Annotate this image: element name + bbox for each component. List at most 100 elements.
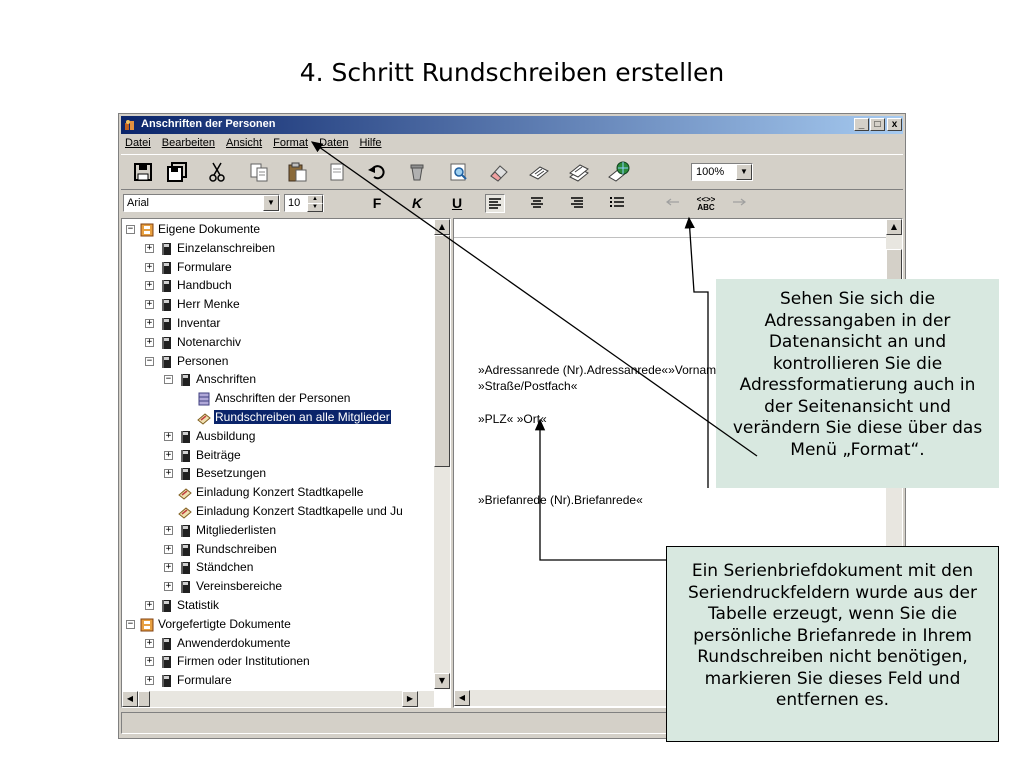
expand-icon[interactable]: +	[145, 638, 154, 648]
form-globe-icon[interactable]	[607, 161, 631, 183]
menu-format[interactable]: Format	[269, 135, 312, 151]
font-select[interactable]: Arial ▼	[123, 194, 280, 212]
bold-button[interactable]: F	[367, 194, 387, 213]
file-cabinet-icon	[140, 223, 154, 237]
zoom-select[interactable]: 100% ▼	[691, 163, 753, 181]
tree-item-label: Firmen oder Institutionen	[177, 654, 310, 669]
eraser-icon[interactable]	[487, 161, 511, 183]
tree-item-label: Eigene Dokumente	[158, 222, 261, 236]
tree-item-label: Einladung Konzert Stadtkapelle und Ju	[196, 504, 403, 518]
tree-item-label: Anschriften der Personen	[215, 391, 351, 406]
underline-button[interactable]: U	[447, 194, 467, 213]
merge-field-salutation-line[interactable]: »Briefanrede (Nr).Briefanrede«	[478, 493, 643, 507]
collapse-icon[interactable]: −	[126, 225, 135, 234]
form-icon[interactable]	[527, 161, 551, 183]
tree-horizontal-scrollbar[interactable]: ◀ ▶	[122, 691, 434, 707]
tree-item-label: Mitgliederlisten	[196, 522, 277, 537]
letter-icon	[178, 507, 192, 519]
cut-icon[interactable]	[205, 161, 229, 183]
expand-icon[interactable]: +	[164, 450, 173, 460]
scroll-left-icon[interactable]: ◀	[122, 691, 138, 707]
binder-icon	[181, 524, 190, 537]
window-titlebar[interactable]: Anschriften der Personen _ □ x	[121, 116, 903, 134]
menu-daten[interactable]: Daten	[315, 135, 352, 151]
tree-item-label: Personen	[177, 353, 229, 368]
zoom-value: 100%	[696, 166, 725, 178]
expand-icon[interactable]: +	[145, 337, 154, 347]
merge-field-street-line[interactable]: »Straße/Postfach«	[478, 379, 577, 393]
expand-icon[interactable]: +	[164, 431, 173, 441]
collapse-icon[interactable]: −	[164, 375, 173, 385]
menu-bar: Datei Bearbeiten Ansicht Format Daten Hi…	[121, 135, 903, 153]
tree-item-label: Vereinsbereiche	[196, 579, 283, 594]
expand-icon[interactable]: +	[164, 563, 173, 573]
tree-item-label: Rundschreiben	[196, 541, 277, 556]
document-horizontal-scrollbar[interactable]: ◀	[454, 690, 694, 706]
doc-scroll-left-icon[interactable]: ◀	[454, 690, 470, 706]
tree-vertical-scrollbar[interactable]: ▲ ▼	[434, 219, 450, 689]
doc-scroll-up-icon[interactable]: ▲	[886, 219, 902, 235]
close-button[interactable]: x	[887, 118, 902, 131]
table-icon	[198, 392, 210, 406]
form-stack-icon[interactable]	[567, 161, 591, 183]
binder-icon	[181, 562, 190, 575]
callout-merge-hint: Ein Serienbriefdokument mit den Seriendr…	[666, 546, 999, 742]
binder-icon	[162, 299, 171, 312]
standard-toolbar: 100% ▼	[121, 154, 903, 190]
expand-icon[interactable]: +	[164, 469, 173, 479]
previous-field-icon[interactable]	[663, 194, 683, 213]
save-all-icon[interactable]	[165, 161, 189, 183]
save-icon[interactable]	[131, 161, 155, 183]
copy-icon[interactable]	[247, 161, 271, 183]
font-size-stepper[interactable]: 10 ▲ ▼	[284, 194, 324, 212]
tree-hscroll-thumb[interactable]	[138, 691, 150, 707]
tree-item-label: Vorgefertigte Dokumente	[158, 616, 291, 631]
expand-icon[interactable]: +	[145, 657, 154, 667]
expand-icon[interactable]: +	[164, 544, 173, 554]
menu-bearbeiten[interactable]: Bearbeiten	[158, 135, 219, 151]
binder-icon	[162, 600, 171, 612]
expand-icon[interactable]: +	[164, 525, 173, 535]
align-left-icon[interactable]	[485, 194, 505, 213]
expand-icon[interactable]: +	[145, 243, 154, 253]
minimize-button[interactable]: _	[854, 118, 869, 131]
delete-icon[interactable]	[405, 161, 429, 183]
preview-icon[interactable]	[447, 161, 471, 183]
slide-title: 4. Schritt Rundschreiben erstellen	[299, 58, 725, 87]
align-center-icon[interactable]	[527, 194, 547, 213]
scroll-right-icon[interactable]: ▶	[402, 691, 418, 707]
expand-icon[interactable]: +	[164, 582, 173, 592]
menu-hilfe[interactable]: Hilfe	[356, 135, 386, 151]
menu-datei[interactable]: Datei	[121, 135, 155, 151]
expand-icon[interactable]: +	[145, 676, 154, 686]
menu-ansicht[interactable]: Ansicht	[222, 135, 266, 151]
tree-scroll-thumb[interactable]	[434, 235, 450, 467]
document-icon[interactable]	[325, 161, 349, 183]
scroll-down-icon[interactable]: ▼	[434, 673, 450, 689]
italic-button[interactable]: K	[407, 194, 427, 213]
collapse-icon[interactable]: −	[145, 356, 154, 366]
insert-field-button[interactable]: <<>> ABC	[693, 194, 719, 213]
binder-icon	[162, 355, 171, 368]
binder-icon	[181, 430, 190, 443]
merge-field-city-line[interactable]: »PLZ« »Ort«	[478, 412, 547, 426]
expand-icon[interactable]: +	[145, 262, 154, 272]
scroll-up-icon[interactable]: ▲	[434, 219, 450, 235]
next-field-icon[interactable]	[729, 194, 749, 213]
insert-field-bottom-label: ABC	[697, 203, 715, 212]
font-dropdown-icon[interactable]: ▼	[263, 195, 279, 211]
align-right-icon[interactable]	[567, 194, 587, 213]
expand-icon[interactable]: +	[145, 300, 154, 310]
expand-icon[interactable]: +	[145, 601, 154, 610]
collapse-icon[interactable]: −	[126, 619, 135, 629]
paste-icon[interactable]	[285, 161, 309, 183]
size-down-icon[interactable]: ▼	[307, 203, 323, 212]
expand-icon[interactable]: +	[145, 281, 154, 291]
zoom-dropdown-icon[interactable]: ▼	[736, 164, 752, 180]
format-toolbar: Arial ▼ 10 ▲ ▼ F K U <<>> ABC	[121, 190, 903, 216]
undo-icon[interactable]	[365, 161, 389, 183]
bullet-list-icon[interactable]	[607, 194, 627, 213]
font-size-value: 10	[288, 197, 301, 209]
maximize-button[interactable]: □	[870, 118, 885, 131]
expand-icon[interactable]: +	[145, 319, 154, 328]
